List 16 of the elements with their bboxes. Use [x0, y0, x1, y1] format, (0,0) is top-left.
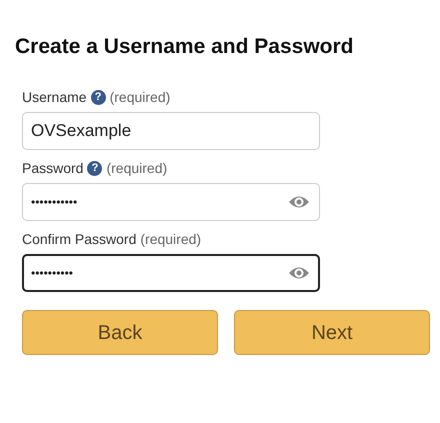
eye-icon[interactable] [288, 265, 310, 282]
field-label: Password [22, 159, 84, 178]
nav-button[interactable]: Back [22, 310, 218, 356]
eye-icon[interactable] [288, 194, 310, 210]
help-icon[interactable]: ? [87, 161, 102, 176]
required-note: (required) [106, 159, 168, 178]
field-label: Username [22, 88, 87, 108]
required-note: (required) [140, 230, 202, 250]
input-field[interactable]: OVSexample [22, 112, 320, 150]
page-title: Create a Username and Password [15, 34, 354, 60]
required-note: (required) [110, 88, 170, 108]
nav-button[interactable]: Next [234, 310, 430, 356]
input-field[interactable]: •••••••••• [22, 254, 320, 292]
help-icon[interactable]: ? [90, 90, 106, 106]
field-label: Confirm Password [22, 230, 136, 250]
input-field[interactable]: ••••••••••• [22, 183, 320, 222]
